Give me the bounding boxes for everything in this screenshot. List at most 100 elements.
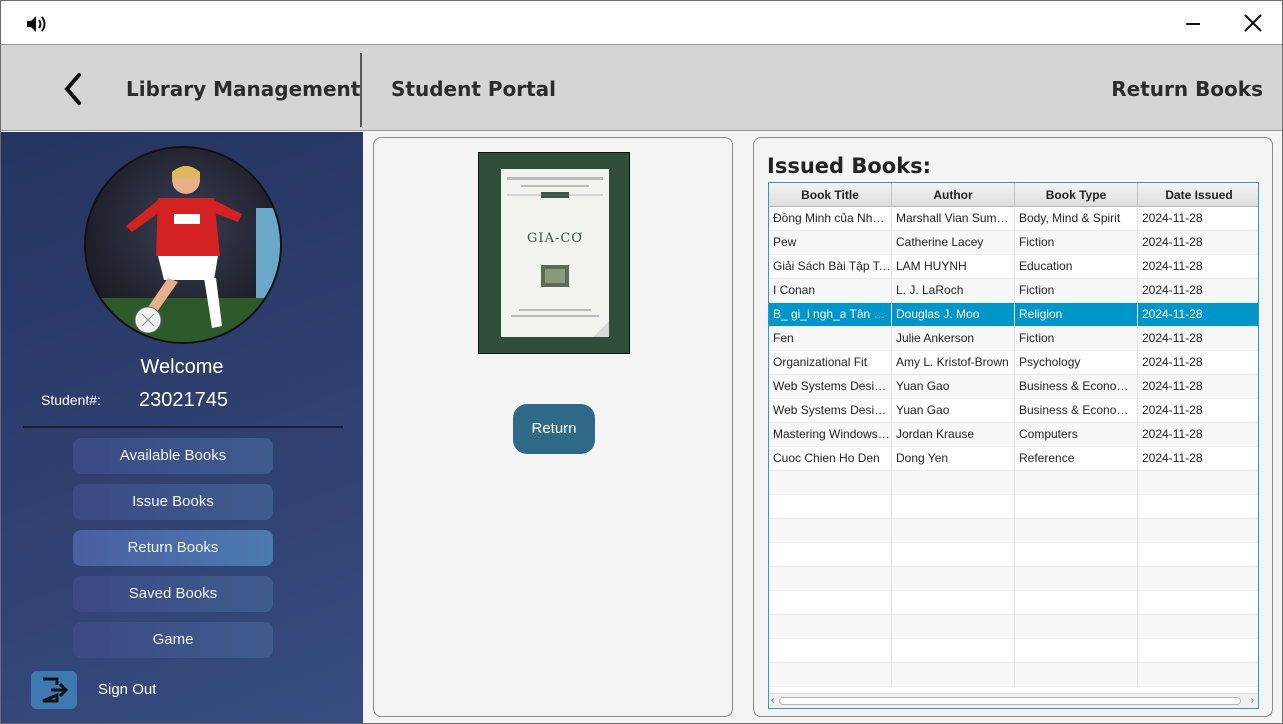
table-row[interactable] — [769, 615, 1258, 639]
table-cell: Jordan Krause — [892, 423, 1015, 447]
table-row[interactable] — [769, 639, 1258, 663]
table-cell: Giải Sách Bài Tập To… — [769, 255, 892, 279]
table-row[interactable]: Organizational Fit Amy L. Kristof-Brown Ps… — [769, 351, 1258, 375]
table-row[interactable]: Web Systems Desig… Yuan Gao Business & Eco… — [769, 375, 1258, 399]
table-row[interactable]: I Conan L. J. LaRoch Fiction 2024-11-28 — [769, 279, 1258, 303]
table-cell: Religion — [1015, 303, 1138, 327]
column-header-book-type[interactable]: Book Type — [1015, 183, 1138, 207]
table-cell — [892, 543, 1015, 567]
table-cell: Cuoc Chien Ho Den — [769, 447, 892, 471]
table-cell: Marshall Vian Sum… — [892, 207, 1015, 231]
table-cell: B_ gi_i ngh_a Tân __… — [769, 303, 892, 327]
table-row[interactable] — [769, 495, 1258, 519]
table-cell: Business & Economi… — [1015, 399, 1138, 423]
table-cell: 2024-11-28 — [1138, 303, 1258, 327]
table-row[interactable]: Mastering Windows… Jordan Krause Computers… — [769, 423, 1258, 447]
table-cell — [769, 591, 892, 615]
table-cell: Web Systems Desig… — [769, 375, 892, 399]
cover-page: GIA-CƠ — [501, 169, 609, 337]
table-cell — [1015, 495, 1138, 519]
header-divider — [360, 53, 362, 127]
table-cell: Fiction — [1015, 279, 1138, 303]
table-cell: Psychology — [1015, 351, 1138, 375]
table-cell — [1138, 471, 1258, 495]
table-cell — [1138, 495, 1258, 519]
table-cell — [1015, 519, 1138, 543]
issued-books-panel: Issued Books: Book Title Author Book Typ… — [753, 137, 1273, 717]
return-books-button[interactable]: Return Books — [73, 530, 273, 566]
table-row[interactable] — [769, 663, 1258, 687]
book-cover-image: GIA-CƠ — [478, 152, 630, 354]
table-cell — [1015, 639, 1138, 663]
table-row[interactable] — [769, 543, 1258, 567]
minimize-icon[interactable] — [1173, 9, 1213, 37]
table-row[interactable]: Cuoc Chien Ho Den Dong Yen Reference 2024-1… — [769, 447, 1258, 471]
scrollbar-thumb[interactable] — [779, 697, 1241, 705]
table-cell — [1138, 615, 1258, 639]
game-button[interactable]: Game — [73, 622, 273, 658]
table-cell — [892, 663, 1015, 687]
table-row[interactable] — [769, 519, 1258, 543]
table-cell: Fiction — [1015, 231, 1138, 255]
table-cell: 2024-11-28 — [1138, 327, 1258, 351]
horizontal-scrollbar[interactable]: ‹ › — [769, 693, 1258, 708]
table-cell — [892, 471, 1015, 495]
table-cell — [1138, 639, 1258, 663]
table-row[interactable]: Giải Sách Bài Tập To… LAM HUYNH Education 2… — [769, 255, 1258, 279]
table-row[interactable] — [769, 471, 1258, 495]
welcome-text: Welcome — [140, 356, 224, 378]
speaker-volume-icon[interactable] — [25, 14, 49, 34]
table-row[interactable]: Đồng Minh của Nhâ… Marshall Vian Sum… Body… — [769, 207, 1258, 231]
available-books-button[interactable]: Available Books — [73, 438, 273, 474]
table-cell: 2024-11-28 — [1138, 231, 1258, 255]
issue-books-button[interactable]: Issue Books — [73, 484, 273, 520]
app-title: Library Management — [126, 77, 361, 101]
table-row[interactable] — [769, 591, 1258, 615]
table-cell: Julie Ankerson — [892, 327, 1015, 351]
table-cell — [1015, 543, 1138, 567]
cover-title: GIA-CƠ — [527, 231, 583, 246]
table-cell: Fen — [769, 327, 892, 351]
avatar — [84, 146, 282, 344]
table-row[interactable]: B_ gi_i ngh_a Tân __… Douglas J. Moo Relig… — [769, 303, 1258, 327]
table-cell: LAM HUYNH — [892, 255, 1015, 279]
scroll-left-icon[interactable]: ‹ — [771, 695, 774, 706]
sign-out-icon[interactable] — [31, 671, 77, 709]
table-cell: Amy L. Kristof-Brown — [892, 351, 1015, 375]
table-row[interactable]: Web Systems Desig… Yuan Gao Business & Eco… — [769, 399, 1258, 423]
student-number-value: 23021745 — [139, 389, 228, 411]
column-header-author[interactable]: Author — [892, 183, 1015, 207]
issued-books-table[interactable]: Book Title Author Book Type Date Issued … — [768, 182, 1259, 709]
table-cell — [892, 615, 1015, 639]
scroll-right-icon[interactable]: › — [1251, 695, 1254, 706]
table-cell: 2024-11-28 — [1138, 255, 1258, 279]
table-cell: 2024-11-28 — [1138, 399, 1258, 423]
saved-books-button[interactable]: Saved Books — [73, 576, 273, 612]
title-bar — [1, 1, 1282, 45]
table-cell: Đồng Minh của Nhâ… — [769, 207, 892, 231]
column-header-date-issued[interactable]: Date Issued — [1138, 183, 1258, 207]
table-cell: Web Systems Desig… — [769, 399, 892, 423]
table-cell — [769, 615, 892, 639]
student-number-label: Student#: — [41, 392, 101, 408]
table-row[interactable]: Pew Catherine Lacey Fiction 2024-11-28 — [769, 231, 1258, 255]
table-cell — [1138, 567, 1258, 591]
table-cell: Yuan Gao — [892, 375, 1015, 399]
sidebar-divider — [23, 426, 343, 428]
sign-out-label[interactable]: Sign Out — [98, 681, 156, 698]
table-cell — [1138, 543, 1258, 567]
table-row[interactable] — [769, 567, 1258, 591]
page-title: Return Books — [1111, 77, 1263, 101]
table-cell: 2024-11-28 — [1138, 279, 1258, 303]
chevron-left-icon[interactable] — [59, 69, 89, 109]
table-cell: Catherine Lacey — [892, 231, 1015, 255]
table-cell: Dong Yen — [892, 447, 1015, 471]
column-header-book-title[interactable]: Book Title — [769, 183, 892, 207]
close-icon[interactable] — [1233, 9, 1273, 37]
header-bar: Library Management Student Portal Return… — [1, 45, 1282, 131]
book-preview-panel: GIA-CƠ Return — [373, 137, 733, 717]
table-cell — [769, 495, 892, 519]
return-button[interactable]: Return — [513, 404, 595, 454]
table-cell: Mastering Windows… — [769, 423, 892, 447]
table-row[interactable]: Fen Julie Ankerson Fiction 2024-11-28 — [769, 327, 1258, 351]
